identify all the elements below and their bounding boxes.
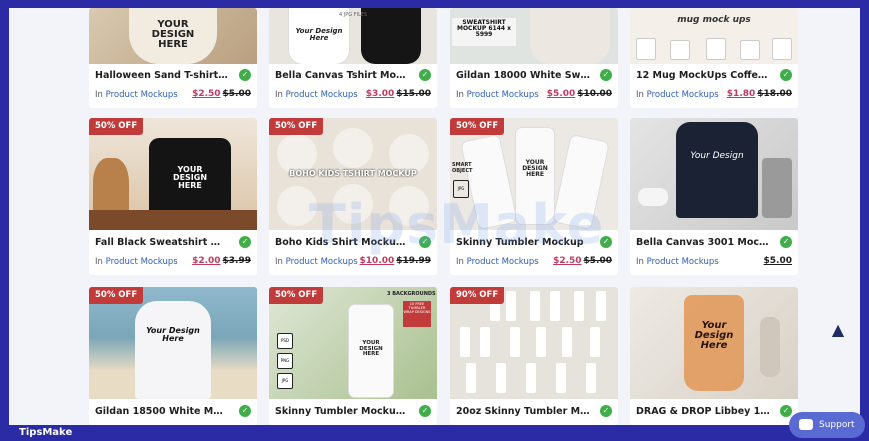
thumbnail-caption: YOUR DESIGN HERE bbox=[151, 19, 195, 50]
product-title[interactable]: Skinny Tumbler Mockup | C... bbox=[275, 406, 409, 417]
file-format-icon: JPG bbox=[277, 373, 293, 389]
thumbnail-caption: mug mock ups bbox=[677, 15, 751, 25]
discount-badge: 50% OFF bbox=[269, 118, 324, 135]
product-title[interactable]: Bella Canvas 3001 Mockup -... bbox=[636, 237, 770, 248]
thumbnail-caption: YOUR DESIGN HERE bbox=[359, 340, 383, 357]
window-frame-right bbox=[860, 0, 869, 441]
thumbnail-caption: YOUR DESIGN HERE bbox=[522, 159, 548, 178]
thumbnail-caption: SWEATSHIRT MOCKUP 6144 x 5999 bbox=[456, 19, 512, 38]
verified-check-icon: ✓ bbox=[600, 405, 612, 417]
product-card[interactable]: YOUR DESIGN HERE 50% OFF Fall Black Swea… bbox=[89, 118, 257, 275]
product-thumbnail[interactable]: YOUR DESIGN HERE 50% OFF bbox=[89, 118, 257, 230]
product-card[interactable]: YOUR DESIGN HERE Halloween Sand T-shirt … bbox=[89, 8, 257, 108]
product-price: $2.00 $3.99 bbox=[192, 256, 251, 266]
verified-check-icon: ✓ bbox=[239, 69, 251, 81]
product-title[interactable]: Gildan 18000 White Sweats... bbox=[456, 70, 590, 81]
product-category: In Product Mockups bbox=[95, 257, 178, 267]
product-price: $10.00 $19.99 bbox=[359, 256, 431, 266]
product-title[interactable]: DRAG & DROP Libbey 16oz C... bbox=[636, 406, 770, 417]
thumbnail-tag: SMART OBJECT bbox=[452, 162, 473, 174]
discount-badge: 50% OFF bbox=[450, 118, 505, 135]
product-card[interactable]: SWEATSHIRT MOCKUP 6144 x 5999 Gildan 180… bbox=[450, 8, 618, 108]
product-price: $5.00 $10.00 bbox=[546, 89, 612, 99]
thumbnail-caption: Your Design Here bbox=[146, 326, 200, 343]
product-price: $5.00 bbox=[763, 256, 792, 266]
product-card[interactable]: Your Design Here 4 JPG FILES Bella Canva… bbox=[269, 8, 437, 108]
footer-bar: TipsMake bbox=[0, 425, 869, 441]
support-button[interactable]: Support bbox=[789, 412, 865, 438]
thumbnail-tag: 3 BACKGROUNDS bbox=[387, 291, 436, 297]
verified-check-icon: ✓ bbox=[780, 236, 792, 248]
thumbnail-caption: Your Design bbox=[690, 151, 744, 161]
product-card[interactable]: Your Design Here 50% OFF Gildan 18500 Wh… bbox=[89, 287, 257, 425]
product-price: $3.00 $15.00 bbox=[365, 89, 431, 99]
product-price: $2.50 $5.00 bbox=[192, 89, 251, 99]
product-thumbnail[interactable]: 90% OFF bbox=[450, 287, 618, 399]
product-category: In Product Mockups bbox=[95, 90, 178, 100]
thumbnail-caption: Your Design Here bbox=[295, 27, 343, 42]
support-label: Support bbox=[819, 420, 855, 430]
window-frame-top bbox=[0, 0, 869, 8]
product-thumbnail[interactable]: mug mock ups bbox=[630, 8, 798, 64]
thumbnail-caption: Your Design Here bbox=[694, 320, 734, 351]
footer-brand: TipsMake bbox=[19, 427, 73, 438]
product-price: $1.80 $18.00 bbox=[726, 89, 792, 99]
verified-check-icon: ✓ bbox=[780, 405, 792, 417]
product-title[interactable]: Fall Black Sweatshirt Mockup bbox=[95, 237, 229, 248]
product-category: In Product Mockups bbox=[456, 90, 539, 100]
category-link[interactable]: Product Mockups bbox=[467, 257, 539, 267]
category-link[interactable]: Product Mockups bbox=[647, 90, 719, 100]
file-format-icon: PNG bbox=[277, 353, 293, 369]
product-category: In Product Mockups bbox=[275, 90, 358, 100]
thumbnail-tag: 4 JPG FILES bbox=[339, 12, 368, 18]
category-link[interactable]: Product Mockups bbox=[106, 257, 178, 267]
verified-check-icon: ✓ bbox=[239, 236, 251, 248]
thumbnail-caption: BOHO KIDS TSHIRT MOCKUP bbox=[289, 169, 417, 178]
file-format-icon: PSD bbox=[277, 333, 293, 349]
product-card[interactable]: mug mock ups 12 Mug MockUps Coffee Cup..… bbox=[630, 8, 798, 108]
category-link[interactable]: Product Mockups bbox=[106, 90, 178, 100]
thumbnail-caption: YOUR DESIGN HERE bbox=[172, 165, 208, 190]
verified-check-icon: ✓ bbox=[600, 69, 612, 81]
category-link[interactable]: Product Mockups bbox=[647, 257, 719, 267]
verified-check-icon: ✓ bbox=[419, 69, 431, 81]
window-frame-left bbox=[0, 0, 9, 441]
product-title[interactable]: Bella Canvas Tshirt Mockup... bbox=[275, 70, 409, 81]
watermark: TipsMake bbox=[309, 193, 605, 256]
rocket-icon[interactable]: ▲ bbox=[827, 319, 849, 341]
product-title[interactable]: 12 Mug MockUps Coffee Cup... bbox=[636, 70, 770, 81]
discount-badge: 90% OFF bbox=[450, 287, 505, 304]
verified-check-icon: ✓ bbox=[419, 405, 431, 417]
category-link[interactable]: Product Mockups bbox=[286, 90, 358, 100]
product-grid: YOUR DESIGN HERE Halloween Sand T-shirt … bbox=[9, 8, 860, 425]
discount-badge: 50% OFF bbox=[269, 287, 324, 304]
chat-icon bbox=[799, 419, 813, 430]
product-thumbnail[interactable]: Your Design Here 4 JPG FILES bbox=[269, 8, 437, 64]
discount-badge: 50% OFF bbox=[89, 118, 144, 135]
product-price: $2.50 $5.00 bbox=[553, 256, 612, 266]
product-category: In Product Mockups bbox=[636, 90, 719, 100]
product-card[interactable]: Your Design Bella Canvas 3001 Mockup -..… bbox=[630, 118, 798, 275]
verified-check-icon: ✓ bbox=[239, 405, 251, 417]
category-link[interactable]: Product Mockups bbox=[286, 257, 358, 267]
product-card[interactable]: 90% OFF 20oz Skinny Tumbler Mocku... ✓ bbox=[450, 287, 618, 425]
product-thumbnail[interactable]: Your Design bbox=[630, 118, 798, 230]
product-category: In Product Mockups bbox=[275, 257, 358, 267]
verified-check-icon: ✓ bbox=[780, 69, 792, 81]
product-category: In Product Mockups bbox=[636, 257, 719, 267]
thumbnail-tag: 10 FREE TUMBLER WRAP DESIGNS bbox=[403, 301, 431, 327]
product-title[interactable]: Halloween Sand T-shirt Mo... bbox=[95, 70, 229, 81]
category-link[interactable]: Product Mockups bbox=[467, 90, 539, 100]
product-card[interactable]: YOUR DESIGN HERE PSD PNG JPG 3 BACKGROUN… bbox=[269, 287, 437, 425]
product-title[interactable]: Gildan 18500 White Mockup bbox=[95, 406, 229, 417]
product-thumbnail[interactable]: SWEATSHIRT MOCKUP 6144 x 5999 bbox=[450, 8, 618, 64]
product-thumbnail[interactable]: Your Design Here bbox=[630, 287, 798, 399]
product-thumbnail[interactable]: YOUR DESIGN HERE bbox=[89, 8, 257, 64]
product-title[interactable]: 20oz Skinny Tumbler Mocku... bbox=[456, 406, 590, 417]
discount-badge: 50% OFF bbox=[89, 287, 144, 304]
product-category: In Product Mockups bbox=[456, 257, 539, 267]
product-thumbnail[interactable]: YOUR DESIGN HERE PSD PNG JPG 3 BACKGROUN… bbox=[269, 287, 437, 399]
product-thumbnail[interactable]: Your Design Here 50% OFF bbox=[89, 287, 257, 399]
product-card[interactable]: Your Design Here DRAG & DROP Libbey 16oz… bbox=[630, 287, 798, 425]
